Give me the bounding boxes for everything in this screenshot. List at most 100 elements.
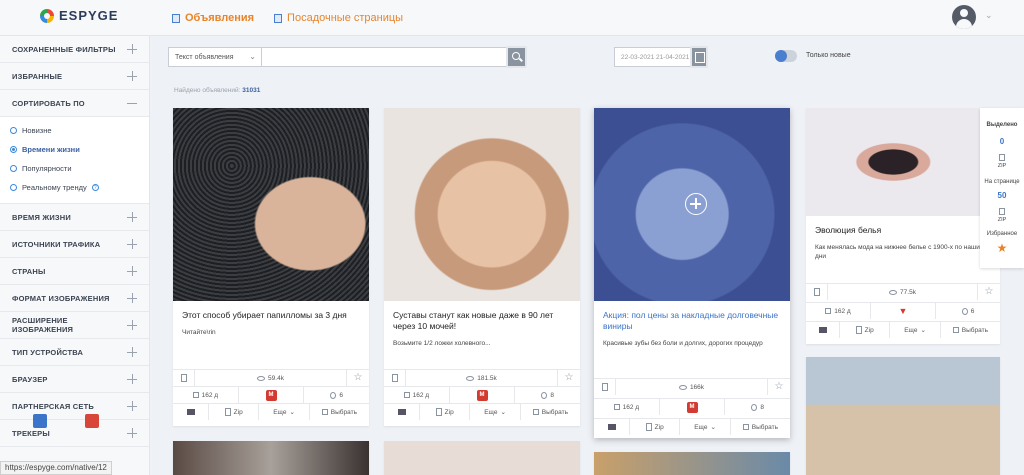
image-icon[interactable] [186,409,195,415]
copy-icon[interactable] [180,374,187,382]
star-icon[interactable]: ☆ [775,382,784,392]
ad-title: Этот способ убирает папилломы за 3 дня [182,310,347,320]
ad-card-partial[interactable] [594,452,790,475]
nav-landing-label: Посадочные страницы [287,12,404,24]
ad-image[interactable] [806,108,1000,216]
sidebar-item-favorites[interactable]: ИЗБРАННЫЕ [0,63,149,90]
ad-card-partial[interactable] [384,441,580,475]
main-nav: Объявления Посадочные страницы [172,12,403,24]
radio-checked-icon [10,146,17,153]
sidebar-item-label: ИСТОЧНИКИ ТРАФИКА [12,239,101,249]
ad-card-partial[interactable] [173,441,369,475]
network-icon: M [686,401,698,413]
clock-icon [403,392,410,398]
select-checkbox[interactable]: Выбрать [310,404,369,420]
zip-label: Zip [233,408,243,416]
only-new-toggle[interactable] [775,50,797,62]
help-icon[interactable]: ? [91,184,99,191]
download-page-zip[interactable]: ZIP [980,208,1024,223]
ad-image[interactable] [384,108,580,301]
more-button[interactable]: Еще ⌄ [470,404,521,420]
image-icon[interactable] [607,424,616,430]
eye-icon [257,375,266,381]
network-icon: ▼ [897,305,909,317]
geo-count: 8 [550,391,554,399]
ad-image[interactable] [806,357,1000,475]
download-selected-zip[interactable]: ZIP [980,154,1024,169]
chevron-down-icon[interactable]: ⌄ [985,10,993,21]
ad-title[interactable]: Акция: пол цены за накладные долговечные… [603,310,781,332]
copy-icon[interactable] [391,374,398,382]
zip-icon [435,408,442,416]
copy-icon[interactable] [601,383,608,391]
logo-text: ESPYGE [59,8,119,23]
save-filter-icon[interactable] [33,414,47,428]
more-button[interactable]: Еще ⌄ [890,322,941,338]
sidebar: СОХРАНЕННЫЕ ФИЛЬТРЫ ИЗБРАННЫЕ СОРТИРОВАТ… [0,36,150,475]
user-avatar-icon[interactable] [952,5,976,29]
select-checkbox[interactable]: Выбрать [731,419,790,435]
sort-option-trend[interactable]: Реальному тренду? [10,178,139,197]
search-input[interactable] [262,47,507,67]
plus-circle-icon[interactable] [685,193,707,215]
sidebar-item-sort[interactable]: СОРТИРОВАТЬ ПО [0,90,149,117]
sort-option-popularity[interactable]: Популярности [10,159,139,178]
more-button[interactable]: Еще ⌄ [680,419,731,435]
nav-ads[interactable]: Объявления [172,12,254,24]
image-icon[interactable] [818,327,827,333]
sidebar-item-traffic-sources[interactable]: ИСТОЧНИКИ ТРАФИКА [0,231,149,258]
zip-button[interactable]: Zip [840,322,891,338]
calendar-icon[interactable] [690,46,708,68]
sidebar-item-lifetime[interactable]: ВРЕМЯ ЖИЗНИ [0,204,149,231]
star-icon[interactable]: ★ [980,241,1024,255]
clock-icon [613,404,620,410]
network-icon: M [265,389,277,401]
sidebar-item-label: ПАРТНЕРСКАЯ СЕТЬ [12,401,95,411]
more-label: Еще [904,326,918,334]
sidebar-item-countries[interactable]: СТРАНЫ [0,258,149,285]
zip-button[interactable]: Zip [420,404,471,420]
ad-title: Суставы станут как новые даже в 90 лет ч… [393,310,554,331]
sort-option-newness[interactable]: Новизне [10,121,139,140]
sidebar-item-image-format[interactable]: ФОРМАТ ИЗОБРАЖЕНИЯ [0,285,149,312]
ad-card[interactable]: Этот способ убирает папилломы за 3 дня Ч… [173,108,369,426]
ad-card[interactable]: Эволюция белья Как менялась мода на нижн… [806,108,1000,344]
more-button[interactable]: Еще ⌄ [259,404,310,420]
star-icon[interactable]: ☆ [354,373,363,383]
select-checkbox[interactable]: Выбрать [521,404,580,420]
nav-landing-pages[interactable]: Посадочные страницы [274,12,403,24]
ad-card-highlighted[interactable]: Акция: пол цены за накладные долговечные… [594,108,790,438]
search-icon[interactable] [506,46,527,68]
ad-card[interactable]: Суставы станут как новые даже в 90 лет ч… [384,108,580,426]
clock-icon [825,308,832,314]
date-range-field[interactable]: 22-03-2021 21-04-2021 [614,47,692,67]
copy-icon[interactable] [813,288,820,296]
sort-option-lifetime[interactable]: Времени жизни [10,140,139,159]
plus-icon [127,401,137,411]
sidebar-item-image-extension[interactable]: РАСШИРЕНИЕ ИЗОБРАЖЕНИЯ [0,312,149,339]
star-icon[interactable]: ☆ [985,287,994,297]
ad-type-select[interactable]: Текст объявления ⌄ [168,47,262,67]
plus-icon [127,266,137,276]
zip-button[interactable]: Zip [630,419,681,435]
found-number: 31031 [242,87,261,94]
sidebar-item-browser[interactable]: БРАУЗЕР [0,366,149,393]
sidebar-item-saved-filters[interactable]: СОХРАНЕННЫЕ ФИЛЬТРЫ [0,36,149,63]
zip-icon [645,423,652,431]
top-bar: ESPYGE Объявления Посадочные страницы ⌄ [0,0,1024,36]
ad-image[interactable] [173,108,369,301]
sidebar-item-device-type[interactable]: ТИП УСТРОЙСТВА [0,339,149,366]
star-icon[interactable]: ☆ [565,373,574,383]
checkbox-icon [321,409,328,415]
plus-icon [127,428,137,438]
zip-button[interactable]: Zip [209,404,260,420]
reset-filter-icon[interactable] [85,414,99,428]
ad-description: Как менялась мода на нижнее белье с 1900… [815,244,980,260]
sort-option-label: Популярности [22,164,72,173]
image-icon[interactable] [397,409,406,415]
logo-icon [40,8,54,23]
select-checkbox[interactable]: Выбрать [941,322,1000,338]
logo[interactable]: ESPYGE [40,8,118,23]
zip-label: Zip [444,408,454,416]
found-label: Найдено объявлений: [174,87,241,94]
